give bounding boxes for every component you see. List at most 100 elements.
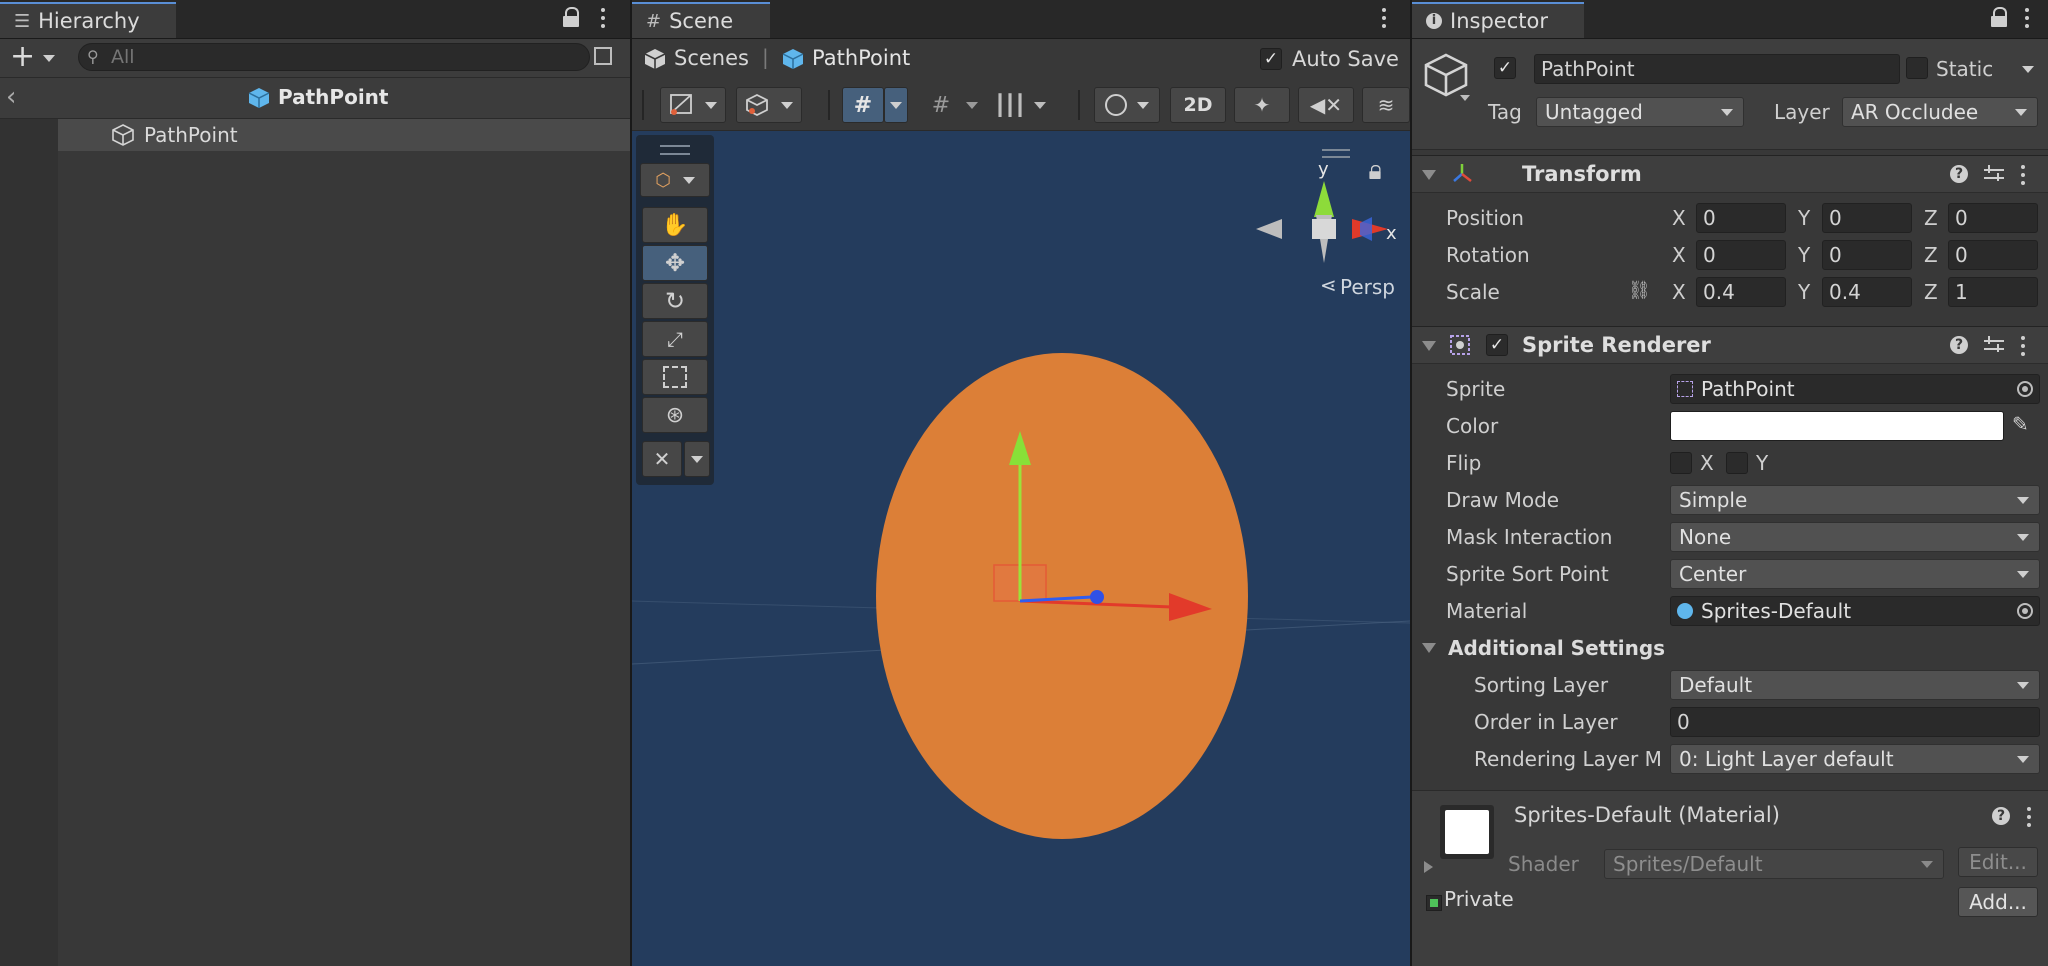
add-button[interactable]: Add...	[1958, 887, 2038, 917]
axis-y-label[interactable]: Y	[1798, 280, 1810, 304]
open-window-icon[interactable]	[594, 47, 612, 65]
scale-tool-button[interactable]: ⤢	[642, 321, 708, 357]
custom-tool-dropdown[interactable]	[684, 441, 710, 477]
breadcrumb-root[interactable]: Scenes	[674, 46, 749, 70]
lock-icon[interactable]	[1990, 6, 2008, 28]
position-y-field[interactable]: 0	[1822, 203, 1912, 233]
grid-snap-button[interactable]: #	[842, 87, 884, 123]
position-z-field[interactable]: 0	[1948, 203, 2038, 233]
panel-divider[interactable]	[1410, 0, 1412, 966]
effects-button[interactable]: ≋	[1362, 87, 1410, 123]
axis-z-label[interactable]: Z	[1924, 206, 1938, 230]
chevron-down-icon[interactable]	[966, 102, 978, 109]
edit-shader-button[interactable]: Edit...	[1958, 847, 2038, 877]
object-picker-icon[interactable]	[2017, 603, 2033, 619]
foldout-arrow-icon[interactable]	[1422, 170, 1436, 180]
scene-menu-icon[interactable]	[1377, 6, 1391, 30]
object-name-field[interactable]: PathPoint	[1534, 54, 1900, 84]
transform-header[interactable]: Transform ?	[1412, 155, 2048, 193]
tab-hierarchy[interactable]: ☰ Hierarchy	[0, 2, 176, 38]
tab-scene[interactable]: # Scene	[632, 2, 770, 38]
sprite-renderer-enabled-checkbox[interactable]: ✓	[1486, 334, 1508, 356]
rotate-tool-button[interactable]: ↻	[642, 283, 708, 319]
foldout-arrow-icon[interactable]	[1422, 643, 1436, 653]
custom-tool-button[interactable]: ✕	[642, 441, 682, 477]
help-icon[interactable]: ?	[1950, 165, 1968, 183]
panel-divider[interactable]	[630, 0, 632, 966]
foldout-arrow-icon[interactable]	[1422, 341, 1436, 351]
sort-point-dropdown[interactable]: Center	[1670, 559, 2040, 589]
help-icon[interactable]: ?	[1992, 807, 2010, 825]
transform-tool-button[interactable]: ⊛	[642, 397, 708, 433]
increment-snap-button[interactable]: #	[920, 87, 962, 123]
rotation-z-field[interactable]: 0	[1948, 240, 2038, 270]
flip-x-checkbox[interactable]	[1670, 452, 1692, 474]
additional-settings-label[interactable]: Additional Settings	[1448, 636, 1665, 660]
constrain-proportions-icon[interactable]: ⛓	[1628, 280, 1651, 301]
auto-save-checkbox[interactable]: ✓	[1260, 48, 1282, 70]
active-checkbox[interactable]: ✓	[1494, 57, 1516, 79]
static-checkbox[interactable]	[1906, 57, 1928, 79]
flip-y-checkbox[interactable]	[1726, 452, 1748, 474]
tab-inspector[interactable]: i Inspector	[1412, 2, 1584, 38]
move-tool-button[interactable]: ✥	[642, 245, 708, 281]
axis-x-label[interactable]: X	[1672, 280, 1686, 304]
hand-tool-button[interactable]: ✋	[642, 207, 708, 243]
color-swatch[interactable]	[1670, 411, 2004, 441]
preset-icon[interactable]	[1984, 336, 2004, 354]
search-field[interactable]: ⚲	[78, 43, 590, 71]
component-menu-icon[interactable]	[2016, 163, 2030, 187]
mask-interaction-dropdown[interactable]: None	[1670, 522, 2040, 552]
search-input[interactable]	[109, 45, 533, 69]
preset-icon[interactable]	[1984, 165, 2004, 183]
create-button[interactable]: +	[10, 39, 60, 74]
lock-icon[interactable]	[562, 6, 580, 28]
sprite-renderer-header[interactable]: ✓ Sprite Renderer ?	[1412, 326, 2048, 364]
axis-z-label[interactable]: Z	[1924, 243, 1938, 267]
scene-visibility-button[interactable]	[1094, 87, 1160, 123]
inspector-menu-icon[interactable]	[2020, 6, 2034, 30]
position-x-field[interactable]: 0	[1696, 203, 1786, 233]
rect-tool-button[interactable]	[642, 359, 708, 395]
sprite-object-field[interactable]: PathPoint	[1670, 374, 2040, 404]
axis-x-label[interactable]: X	[1672, 243, 1686, 267]
audio-button[interactable]: ◀✕	[1298, 87, 1354, 123]
orientation-gizmo[interactable]: y x Persp ⋖	[1242, 141, 1397, 301]
render-mode-button[interactable]	[736, 87, 802, 123]
chevron-down-icon[interactable]	[1460, 95, 1470, 101]
tool-context-button[interactable]: ⬡	[640, 163, 710, 197]
scene-header-row[interactable]: ‹ PathPoint	[0, 78, 630, 119]
chevron-down-icon[interactable]	[1034, 102, 1046, 109]
material-object-field[interactable]: Sprites-Default	[1670, 596, 2040, 626]
rotation-x-field[interactable]: 0	[1696, 240, 1786, 270]
gizmo-lock-icon[interactable]	[1369, 164, 1382, 179]
hierarchy-menu-icon[interactable]	[596, 6, 610, 30]
private-checkbox[interactable]	[1426, 895, 1442, 911]
help-icon[interactable]: ?	[1950, 336, 1968, 354]
material-menu-icon[interactable]	[2022, 805, 2036, 829]
sorting-layer-dropdown[interactable]: Default	[1670, 670, 2040, 700]
eyedropper-icon[interactable]: ✎	[2012, 412, 2029, 436]
draw-mode-button[interactable]	[660, 87, 726, 123]
axis-y-label[interactable]: Y	[1798, 206, 1810, 230]
object-picker-icon[interactable]	[2017, 381, 2033, 397]
material-preview[interactable]	[1440, 805, 1494, 859]
scale-x-field[interactable]: 0.4	[1696, 277, 1786, 307]
toggle-2d-button[interactable]: 2D	[1170, 87, 1226, 123]
axis-x-label[interactable]: X	[1672, 206, 1686, 230]
axis-z-label[interactable]: Z	[1924, 280, 1938, 304]
scale-z-field[interactable]: 1	[1948, 277, 2038, 307]
order-in-layer-field[interactable]: 0	[1670, 707, 2040, 737]
scene-viewport[interactable]: ⬡ ✋ ✥ ↻ ⤢ ⊛ ✕ y x Persp ⋖	[632, 131, 1410, 966]
breadcrumb-current[interactable]: PathPoint	[812, 46, 910, 70]
scale-y-field[interactable]: 0.4	[1822, 277, 1912, 307]
component-menu-icon[interactable]	[2016, 334, 2030, 358]
draw-mode-dropdown[interactable]: Simple	[1670, 485, 2040, 515]
lighting-button[interactable]: ✦	[1234, 87, 1290, 123]
rotation-y-field[interactable]: 0	[1822, 240, 1912, 270]
chevron-down-icon[interactable]	[2022, 66, 2034, 73]
overlay-grip[interactable]	[660, 145, 690, 155]
back-arrow-icon[interactable]: ‹	[6, 82, 16, 112]
tag-dropdown[interactable]: Untagged	[1536, 97, 1744, 127]
ruler-snap-button[interactable]: ┃┃┃	[988, 87, 1030, 123]
